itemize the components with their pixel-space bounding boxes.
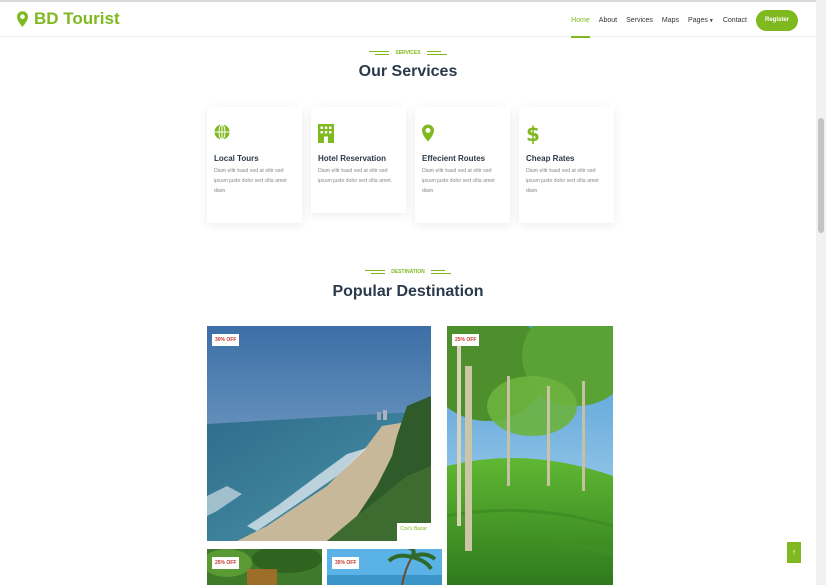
globe-icon: [214, 124, 295, 148]
tag-lines-right: [426, 51, 447, 55]
discount-badge: 25% OFF: [212, 557, 240, 569]
service-title: Cheap Rates: [526, 154, 575, 163]
nav-contact[interactable]: Contact: [723, 11, 747, 31]
services-title: Our Services: [358, 63, 458, 80]
register-button[interactable]: Register: [755, 10, 798, 31]
service-text: Diam elitr kasd sed at elitr sed ipsum j…: [422, 168, 495, 194]
main-nav: Home About Services Maps Pages▼ Contact …: [571, 10, 798, 38]
destination-tag: DESTINATION: [0, 269, 816, 275]
nav-pages-label: Pages: [688, 16, 708, 24]
tag-lines-left: [369, 51, 390, 55]
scrollbar-track[interactable]: [816, 0, 826, 585]
scrollbar-thumb[interactable]: [818, 118, 824, 233]
service-text: Diam elitr kasd sed at elitr sed ipsum j…: [214, 168, 287, 194]
caret-down-icon: ▼: [708, 17, 714, 24]
nav-home[interactable]: Home: [571, 11, 590, 38]
arrow-up-icon: ↑: [791, 547, 797, 557]
service-card-efficient-routes: Effecient Routes Diam elitr kasd sed at …: [415, 107, 510, 223]
services-tag-label: SERVICES: [395, 50, 421, 56]
destination-card-coxs-bazar[interactable]: 30% OFF Cox's Bazar: [207, 326, 431, 541]
navbar: BD Tourist Home About Services Maps Page…: [0, 0, 816, 38]
nav-services[interactable]: Services: [626, 11, 653, 31]
beach-image: [207, 326, 431, 541]
destination-card-island[interactable]: 35% OFF: [327, 549, 442, 585]
tag-lines-left: [365, 270, 386, 274]
tea-garden-image: [447, 326, 613, 585]
destination-tag-label: DESTINATION: [391, 269, 425, 275]
destination-name: Cox's Bazar: [397, 523, 431, 541]
services-tag: SERVICES: [0, 50, 816, 56]
destination-title: Popular Destination: [332, 283, 484, 300]
service-card-local-tours: Local Tours Diam elitr kasd sed at elitr…: [207, 107, 302, 223]
service-text: Diam elitr kasd sed at elitr sed ipsum j…: [318, 168, 393, 184]
tag-lines-right: [430, 270, 451, 274]
destination-card-forest[interactable]: 25% OFF: [207, 549, 322, 585]
hotel-icon: [318, 124, 399, 148]
brand-name: BD Tourist: [34, 9, 120, 28]
service-title: Local Tours: [214, 154, 259, 163]
discount-badge: 25% OFF: [452, 334, 480, 346]
service-card-hotel-reservation: Hotel Reservation Diam elitr kasd sed at…: [311, 107, 406, 213]
brand[interactable]: BD Tourist: [17, 9, 120, 29]
nav-pages[interactable]: Pages▼: [688, 11, 714, 31]
map-marker-icon: [422, 124, 503, 148]
service-text: Diam elitr kasd sed at elitr sed ipsum j…: [526, 168, 599, 194]
nav-about[interactable]: About: [599, 11, 617, 31]
destination-card-tea-garden[interactable]: 25% OFF: [447, 326, 613, 585]
discount-badge: 30% OFF: [212, 334, 240, 346]
back-to-top-button[interactable]: ↑: [787, 542, 801, 563]
dollar-icon: $: [526, 122, 540, 146]
nav-maps[interactable]: Maps: [662, 11, 679, 31]
service-title: Hotel Reservation: [318, 154, 387, 163]
map-marker-icon: [17, 11, 28, 27]
service-title: Effecient Routes: [422, 154, 486, 163]
service-card-cheap-rates: $ Cheap Rates Diam elitr kasd sed at eli…: [519, 107, 614, 223]
discount-badge: 35% OFF: [332, 557, 360, 569]
